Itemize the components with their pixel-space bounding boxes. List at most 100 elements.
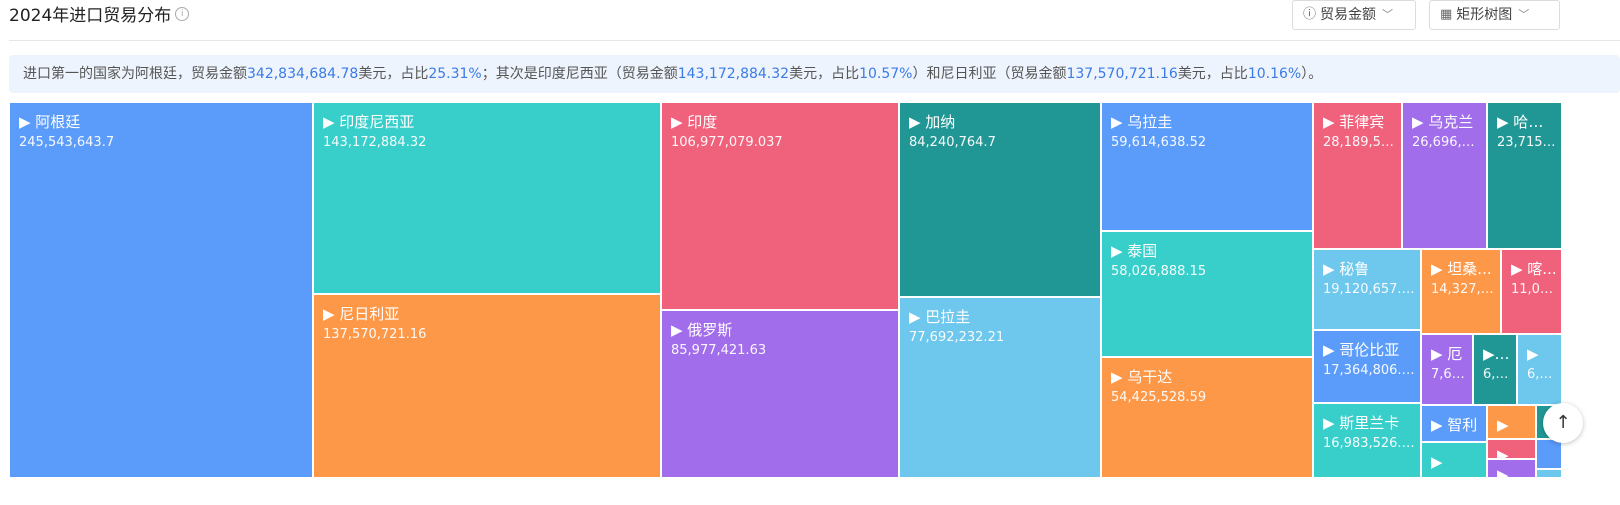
treemap-tile[interactable]: ▶ — [1487, 439, 1536, 459]
tile-label: ▶ 智利 — [1431, 416, 1478, 434]
tile-value: 6,7... — [1483, 367, 1516, 382]
treemap-tile[interactable]: ▶ 乌干达 54,425,528.59 — [1101, 357, 1313, 478]
tile-value: 19,120,657.28 — [1323, 282, 1419, 297]
back-to-top-button[interactable]: ↑ — [1543, 403, 1583, 443]
treemap-tile[interactable]: ▶ 巴拉圭 77,692,232.21 — [899, 297, 1101, 478]
treemap-tile[interactable]: ▶ 菲律宾 28,189,59... — [1313, 102, 1402, 249]
view-select[interactable]: ▦ 矩形树图 ﹀ — [1429, 0, 1560, 30]
tile-label: ▶ 厄 — [1431, 345, 1463, 363]
tile-value: 6,5... — [1527, 367, 1561, 382]
treemap-tile[interactable]: ▶ 喀... 11,09... — [1501, 249, 1562, 334]
treemap-tile[interactable]: ▶ 加纳 84,240,764.7 — [899, 102, 1101, 297]
tile-label: ▶ 阿根廷 — [19, 113, 81, 131]
tile-value: 26,696,93... — [1412, 135, 1486, 150]
tile-label: ▶ 加纳 — [909, 113, 956, 131]
treemap-tile[interactable]: ▶ 厄 7,60... — [1421, 334, 1473, 405]
tile-label: ▶ 泰国 — [1111, 242, 1158, 260]
treemap-tile[interactable]: ▶ 俄罗斯 85,977,421.63 — [661, 310, 899, 478]
tile-label: ▶ 秘鲁 — [1323, 260, 1370, 278]
treemap-tile[interactable]: ▶ — [1487, 459, 1536, 478]
summary-banner: 进口第一的国家为阿根廷，贸易金额342,834,684.78美元，占比25.31… — [9, 55, 1620, 93]
metric-select[interactable]: ⓘ 贸易金额 ﹀ — [1292, 0, 1416, 30]
treemap-tile[interactable]: ▶ 哈萨... 23,715,... — [1487, 102, 1562, 249]
tile-value: 245,543,643.7 — [19, 135, 115, 150]
tile-value: 7,60... — [1431, 367, 1472, 382]
treemap-tile[interactable]: ▶ 印度尼西亚 143,172,884.32 — [313, 102, 661, 294]
chevron-down-icon: ﹀ — [1382, 8, 1394, 21]
summary-percent: 10.16% — [1247, 66, 1302, 82]
tile-label: ▶ 乌克兰 — [1412, 113, 1474, 131]
tile-value: 58,026,888.15 — [1111, 264, 1207, 279]
treemap-tile[interactable]: ▶ 乌克兰 26,696,93... — [1402, 102, 1487, 249]
summary-text: 进口第一的国家为阿根廷，贸易金额 — [23, 66, 247, 82]
summary-value: 143,172,884.32 — [677, 66, 790, 82]
tile-label: ▶ 尼日利亚 — [323, 305, 400, 323]
tile-label: ▶ 乌拉圭 — [1111, 113, 1173, 131]
summary-text: 美元，占比 — [1177, 66, 1248, 82]
arrow-up-icon: ↑ — [1555, 412, 1571, 433]
tile-label: ▶ 印度尼西亚 — [323, 113, 415, 131]
tile-label: ▶ — [1497, 446, 1509, 459]
summary-value: 137,570,721.16 — [1066, 66, 1178, 82]
treemap-tile[interactable]: ▶ 泰国 58,026,888.15 — [1101, 231, 1313, 357]
info-icon: ⓘ — [1303, 7, 1317, 22]
treemap-tile[interactable]: ▶ 斯里兰卡 16,983,526.63 — [1313, 403, 1421, 478]
treemap-tile[interactable]: ▶ 6,5... — [1517, 334, 1562, 405]
treemap-tile[interactable]: ▶ 智利 — [1421, 405, 1487, 442]
tile-label: ▶ — [1527, 345, 1539, 363]
treemap-tile[interactable]: ▶ — [1421, 442, 1487, 478]
tile-value: 77,692,232.21 — [909, 330, 1005, 345]
info-icon[interactable]: i — [175, 7, 190, 21]
treemap-tile[interactable]: ▶ 坦桑... 14,327,3... — [1421, 249, 1501, 334]
treemap-tile[interactable]: ▶ 乌拉圭 59,614,638.52 — [1101, 102, 1313, 231]
chart-title-text: 2024年进口贸易分布 — [9, 6, 172, 26]
tile-value: 23,715,... — [1497, 135, 1560, 150]
treemap-tile[interactable]: ▶ — [1487, 405, 1536, 439]
tile-value: 84,240,764.7 — [909, 135, 996, 150]
tile-label: ▶ 印度 — [671, 113, 718, 131]
summary-value: 342,834,684.78 — [247, 66, 359, 82]
tile-label: ▶ 乌干达 — [1111, 368, 1173, 386]
treemap-tile[interactable] — [1536, 469, 1562, 478]
tile-value: 11,09... — [1511, 282, 1561, 297]
tile-value: 28,189,59... — [1323, 135, 1401, 150]
treemap-tile[interactable] — [1536, 439, 1562, 469]
divider — [9, 40, 1620, 41]
tile-value: 137,570,721.16 — [323, 327, 427, 342]
summary-percent: 10.57% — [859, 66, 913, 82]
tile-label: ▶ 菲律宾 — [1323, 113, 1385, 131]
chevron-down-icon: ﹀ — [1518, 8, 1530, 21]
summary-text: ）。 — [1301, 66, 1323, 82]
tile-value: 59,614,638.52 — [1111, 135, 1207, 150]
tile-label: ▶ 坦桑... — [1431, 260, 1492, 278]
treemap-tile[interactable]: ▶ 尼日利亚 137,570,721.16 — [313, 294, 661, 478]
view-select-label: 矩形树图 — [1456, 7, 1513, 23]
tile-label: ▶ — [1431, 453, 1443, 471]
tile-label: ▶ 巴拉圭 — [909, 308, 971, 326]
tile-value: 17,364,806.02 — [1323, 363, 1419, 378]
treemap-tile[interactable]: ▶ 土 6,7... — [1473, 334, 1517, 405]
metric-select-label: 贸易金额 — [1320, 7, 1377, 23]
summary-text: ；其次是印度尼西亚（贸易金额 — [481, 66, 678, 82]
tile-label: ▶ 喀... — [1511, 260, 1557, 278]
treemap-tile[interactable]: ▶ 印度 106,977,079.037 — [661, 102, 899, 310]
treemap-tile[interactable]: ▶ 哥伦比亚 17,364,806.02 — [1313, 330, 1421, 403]
tile-label: ▶ 哥伦比亚 — [1323, 341, 1400, 359]
tile-label: ▶ 土 — [1483, 345, 1515, 363]
tile-label: ▶ 哈萨... — [1497, 113, 1558, 131]
tile-value: 14,327,3... — [1431, 282, 1500, 297]
tile-label: ▶ — [1497, 466, 1509, 478]
treemap-chart: ▶ 阿根廷 245,543,643.7 ▶ 印度尼西亚 143,172,884.32 ▶… — [9, 102, 1620, 478]
chart-title: 2024年进口贸易分布 i — [9, 3, 190, 29]
summary-text: ）和尼日利亚（贸易金额 — [912, 66, 1067, 82]
summary-text: 美元，占比 — [789, 66, 860, 82]
tile-value: 106,977,079.037 — [671, 135, 783, 150]
tile-label: ▶ 斯里兰卡 — [1323, 414, 1400, 432]
treemap-tile[interactable]: ▶ 秘鲁 19,120,657.28 — [1313, 249, 1421, 330]
tile-label: ▶ — [1497, 416, 1509, 434]
grid-icon: ▦ — [1440, 7, 1453, 22]
summary-percent: 25.31% — [428, 66, 482, 82]
summary-text: 美元，占比 — [358, 66, 429, 82]
treemap-tile[interactable]: ▶ 阿根廷 245,543,643.7 — [9, 102, 313, 478]
tile-value: 54,425,528.59 — [1111, 390, 1207, 405]
